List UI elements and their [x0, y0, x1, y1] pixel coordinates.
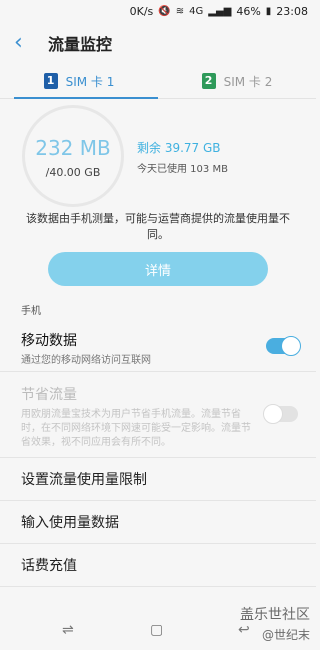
mobile-data-subtitle: 通过您的移动网络访问互联网: [21, 355, 151, 366]
today-usage: 今天已使用 103 MB: [137, 164, 228, 175]
input-usage-data[interactable]: 输入使用量数据: [0, 501, 316, 544]
home-icon[interactable]: ▢: [150, 622, 163, 638]
mute-icon: 🔇: [158, 5, 171, 17]
sim-1-icon: 1: [43, 73, 58, 89]
signal-icon: ▂▄▆: [208, 5, 232, 17]
phone-recharge[interactable]: 话费充值: [0, 544, 316, 587]
usage-circle: 232 MB /40.00 GB: [22, 105, 124, 207]
data-saver-toggle[interactable]: [263, 404, 298, 424]
app-bar: ‹ 流量监控: [0, 22, 316, 64]
tab-sim-2-label: SIM 卡 2: [223, 74, 273, 89]
clock: 23:08: [276, 4, 308, 18]
remaining-data: 剩余 39.77 GB: [137, 141, 221, 155]
mobile-data-row[interactable]: 移动数据 通过您的移动网络访问互联网: [0, 322, 316, 372]
sim-tabs: 1 SIM 卡 1 2 SIM 卡 2: [0, 64, 316, 99]
set-usage-limit[interactable]: 设置流量使用量限制: [0, 458, 316, 501]
recent-apps-icon[interactable]: ⇌: [62, 622, 74, 638]
toggle-knob: [281, 336, 301, 356]
data-saver-subtitle: 用欧朋流量宝技术为用户节省手机流量。流量节省时，在不同网络环境下网速可能受一定影…: [21, 409, 251, 448]
tab-sim-2[interactable]: 2 SIM 卡 2: [158, 64, 316, 98]
used-amount: 232 MB: [35, 136, 111, 160]
battery-percent: 46%: [236, 4, 261, 18]
details-button[interactable]: 详情: [48, 252, 268, 286]
battery-icon: ▮: [265, 5, 272, 17]
usage-summary: 232 MB /40.00 GB 剩余 39.77 GB 今天已使用 103 M…: [0, 99, 316, 207]
watermark-line-2: @世纪末: [261, 628, 310, 642]
back-arrow-icon[interactable]: ‹: [14, 32, 36, 54]
page-title: 流量监控: [48, 35, 113, 54]
tab-sim-1[interactable]: 1 SIM 卡 1: [0, 64, 158, 99]
section-header-phone: 手机: [21, 306, 41, 317]
mobile-data-toggle[interactable]: [266, 336, 301, 356]
measurement-notice: 该数据由手机测量，可能与运营商提供的流量使用量不同。: [26, 212, 290, 241]
network-speed: 0K/s: [129, 4, 154, 18]
mobile-data-title: 移动数据: [21, 333, 77, 349]
data-limit: /40.00 GB: [45, 166, 101, 179]
tab-sim-1-label: SIM 卡 1: [65, 74, 115, 89]
data-saver-row[interactable]: 节省流量 用欧朋流量宝技术为用户节省手机流量。流量节省时，在不同网络环境下网速可…: [0, 372, 316, 458]
watermark: 盖乐世社区 @世纪末: [240, 605, 310, 645]
sim-2-icon: 2: [201, 73, 216, 89]
toggle-knob: [263, 404, 283, 424]
data-saver-title: 节省流量: [21, 387, 77, 403]
network-type: 4G: [189, 5, 204, 17]
wifi-icon: ≋: [175, 5, 185, 17]
watermark-line-1: 盖乐世社区: [240, 607, 310, 623]
status-bar: 0K/s 🔇 ≋ 4G ▂▄▆ 46% ▮ 23:08: [0, 0, 316, 22]
